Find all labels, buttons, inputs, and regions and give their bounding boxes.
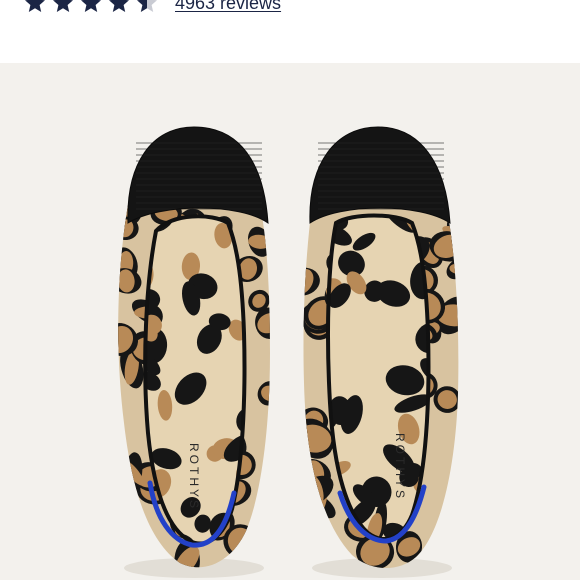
product-page: 4963 reviews ROTHYS ROTHYS [0, 0, 580, 580]
star-icon [137, 0, 157, 12]
insole-brand-mark: ROTHYS [393, 433, 407, 501]
star-icon [25, 0, 45, 12]
flats-product-photo: ROTHYS ROTHYS [118, 126, 459, 578]
product-image[interactable]: ROTHYS ROTHYS [0, 63, 580, 580]
star-icon [81, 0, 101, 12]
star-icon [53, 0, 73, 12]
right-flat-shoe: ROTHYS [303, 126, 459, 578]
reviews-link[interactable]: 4963 reviews [175, 0, 281, 13]
rating-row: 4963 reviews [0, 0, 580, 18]
star-icon [109, 0, 129, 12]
insole-brand-mark: ROTHYS [187, 443, 201, 511]
left-flat-shoe: ROTHYS [118, 126, 271, 578]
